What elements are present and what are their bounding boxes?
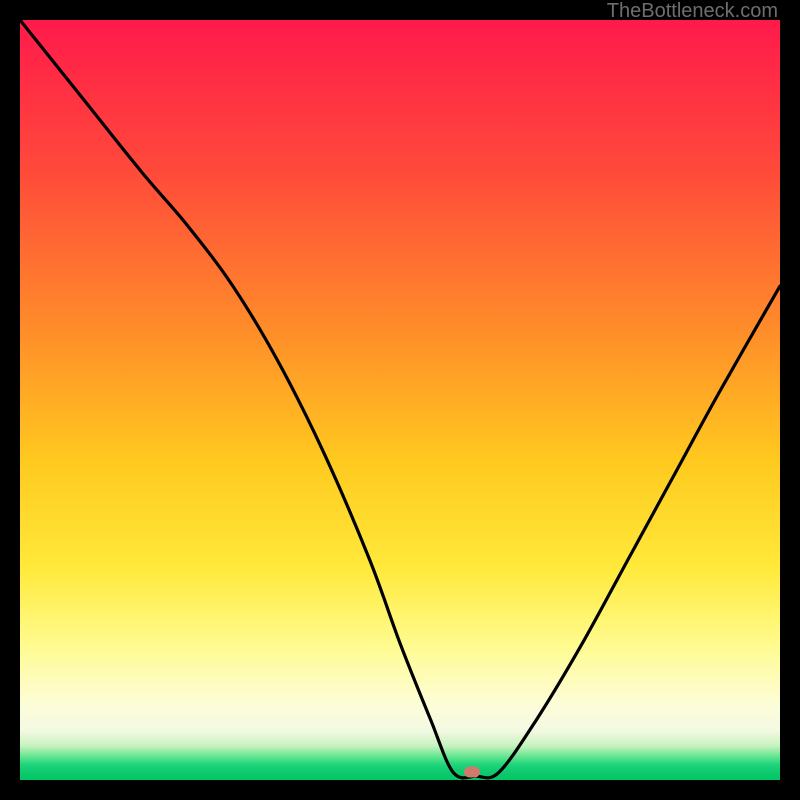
chart-frame: TheBottleneck.com [0,0,800,800]
bottleneck-curve [20,20,780,780]
optimal-marker [464,767,480,778]
curve-path [20,20,780,778]
watermark-label: TheBottleneck.com [607,0,778,23]
plot-area [20,20,780,780]
